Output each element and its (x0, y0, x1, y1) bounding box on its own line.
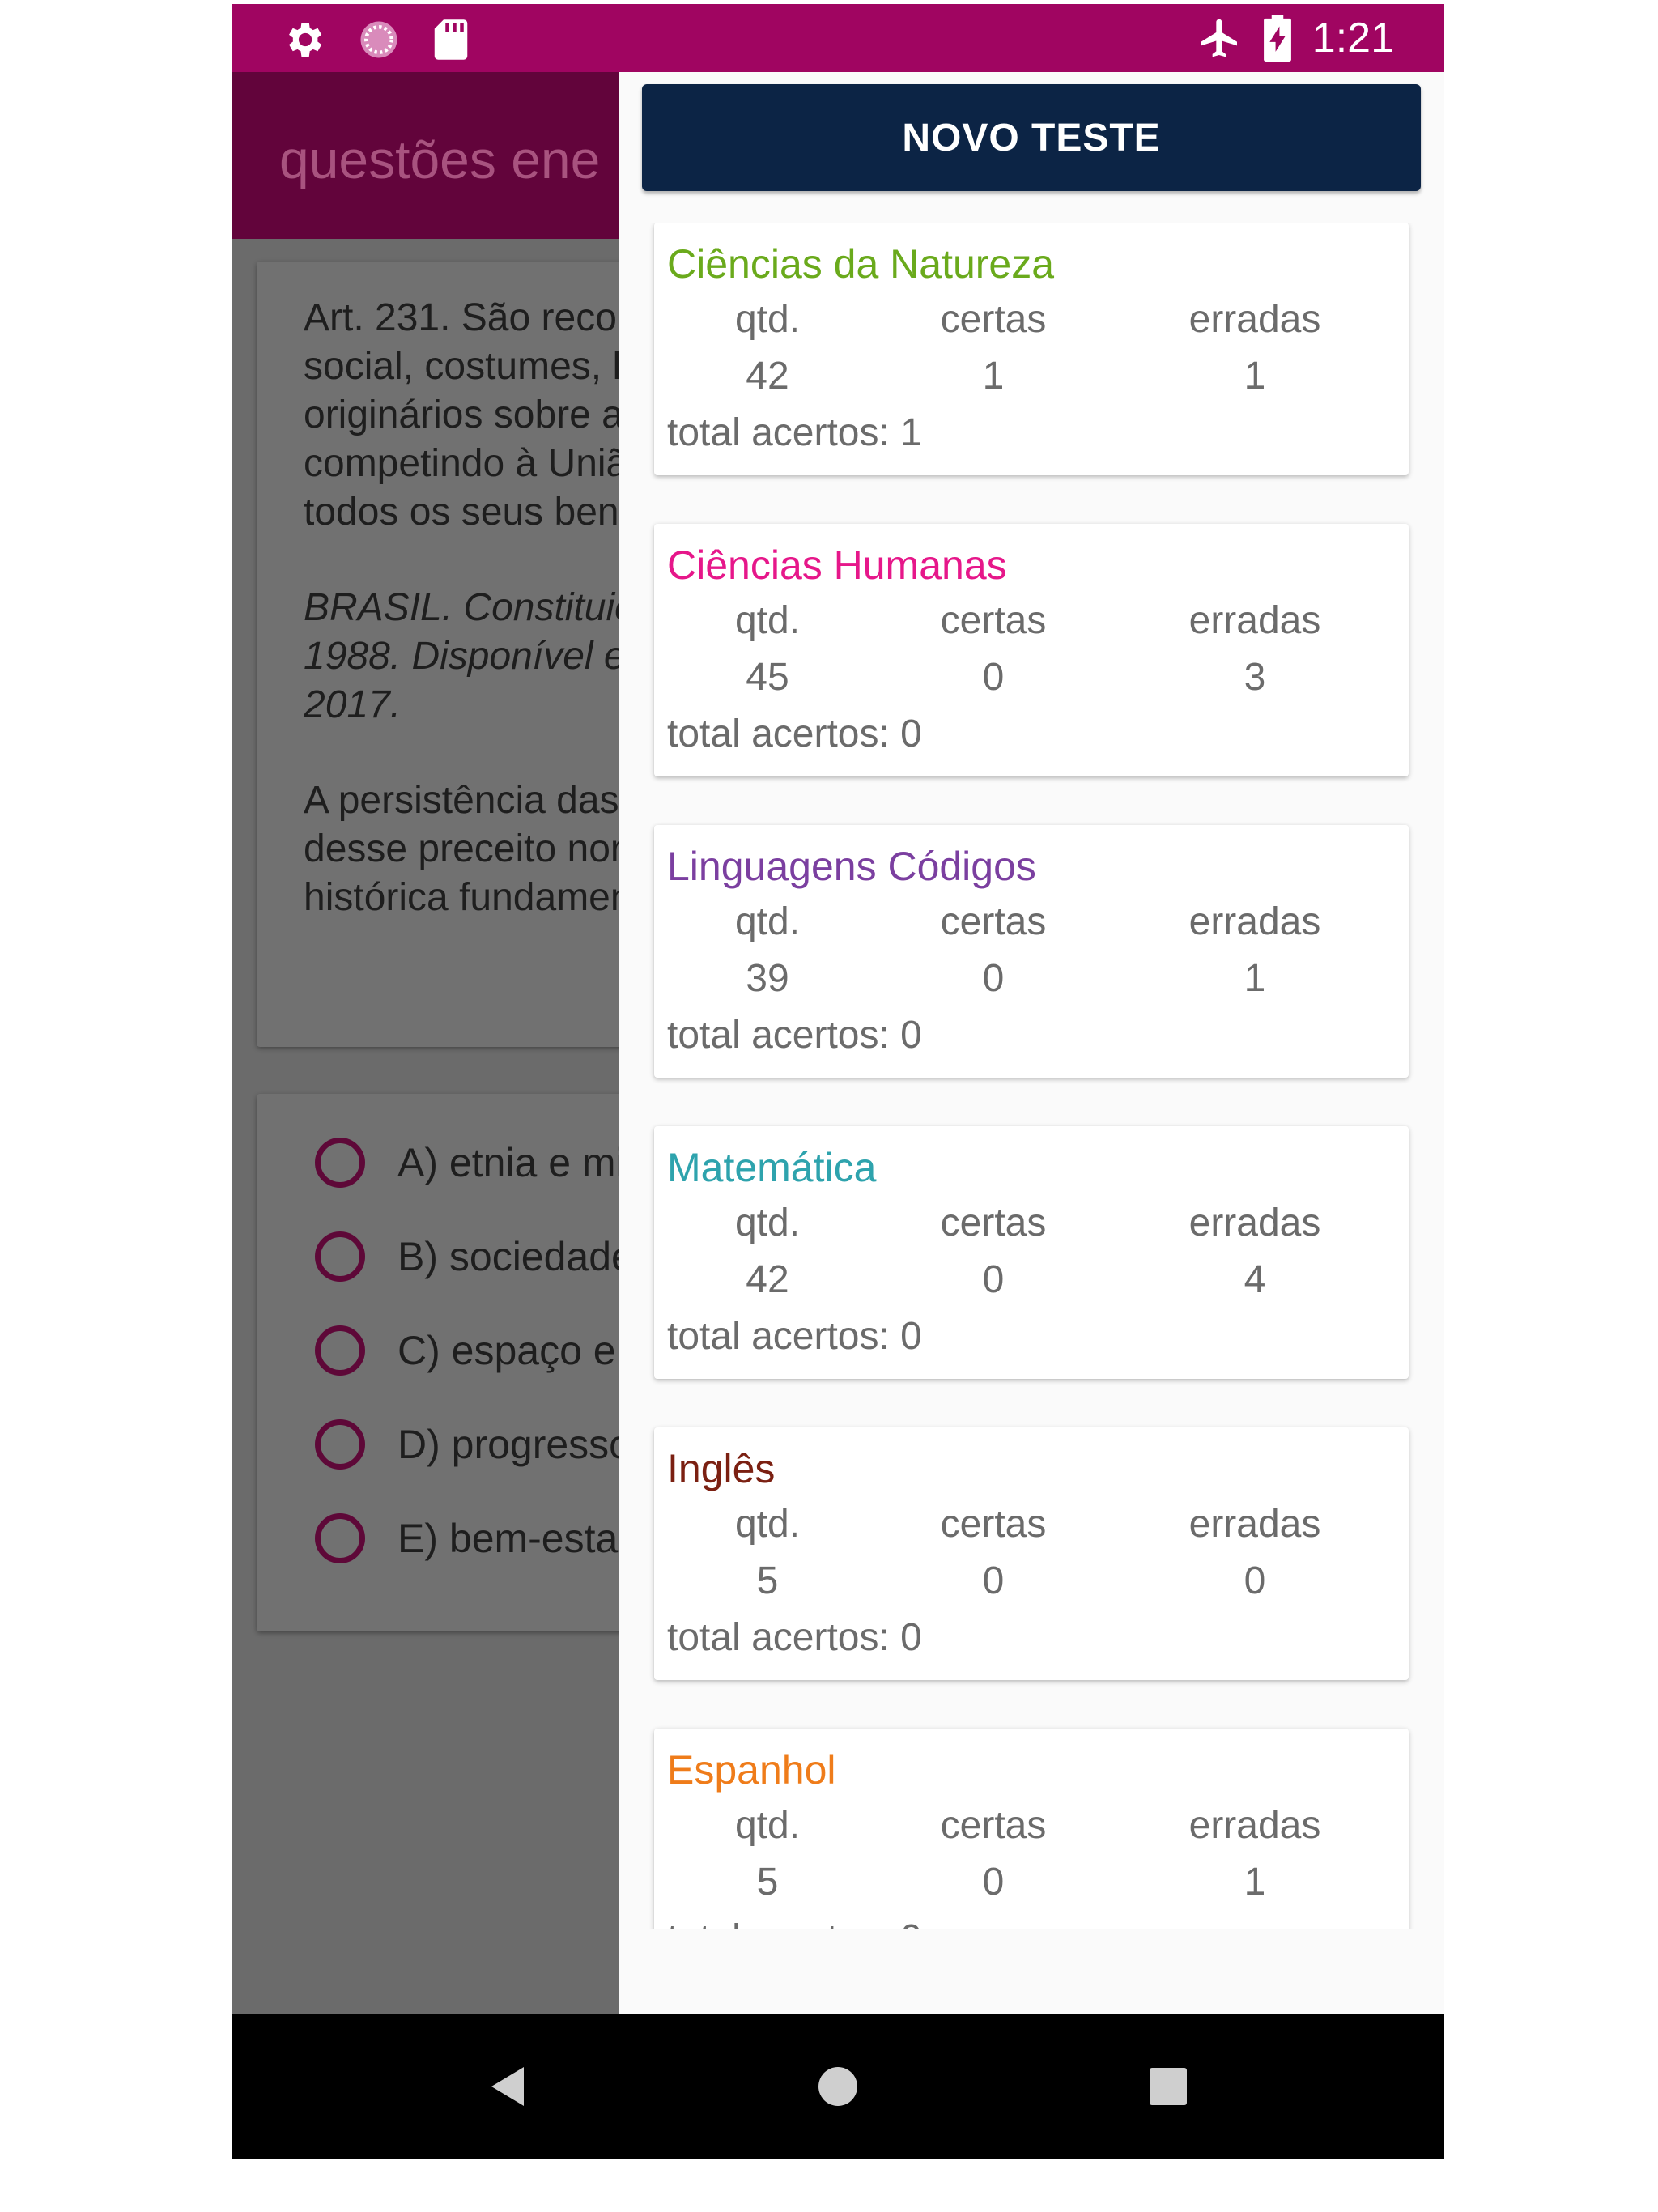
qtd-header: qtd. (734, 1804, 801, 1847)
navigation-bar (232, 2014, 1444, 2159)
certas-header: certas (940, 1202, 1047, 1244)
subject-card: Ciências Humanas qtd. certas erradas 45 … (654, 524, 1409, 776)
stats-drawer: NOVO TESTE Ciências da Natureza qtd. cer… (619, 72, 1444, 2014)
certas-header: certas (940, 1804, 1047, 1847)
total-acertos: total acertos: 0 (667, 1616, 922, 1659)
option-label: D) progresso (397, 1422, 631, 1467)
erradas-value: 1 (1244, 1861, 1266, 1904)
erradas-value: 1 (1244, 957, 1266, 1000)
total-acertos: total acertos: 1 (667, 411, 922, 454)
status-time: 1:21 (1312, 15, 1394, 62)
source-line: 2017. (304, 683, 402, 726)
qtd-value: 42 (746, 355, 789, 398)
option-b[interactable]: B) sociedade (315, 1231, 634, 1282)
subject-title: Linguagens Códigos (667, 844, 1036, 889)
total-acertos: total acertos: 0 (667, 713, 922, 755)
question-line: todos os seus ben (304, 491, 619, 534)
option-d[interactable]: D) progresso (315, 1419, 631, 1470)
subject-card: Inglês qtd. certas erradas 5 0 0 total a… (654, 1427, 1409, 1680)
option-label: C) espaço e s (397, 1328, 648, 1373)
total-acertos: total acertos: 0 (667, 1014, 922, 1057)
question-line: Art. 231. São recon (304, 296, 639, 339)
source-line: 1988. Disponível er (304, 635, 639, 678)
gear-icon (289, 23, 322, 57)
subject-title: Inglês (667, 1446, 776, 1491)
qtd-value: 42 (746, 1258, 789, 1301)
subject-list[interactable]: Ciências da Natureza qtd. certas erradas… (619, 223, 1444, 1929)
qtd-header: qtd. (734, 298, 801, 341)
qtd-value: 39 (746, 957, 789, 1000)
certas-header: certas (940, 1503, 1047, 1546)
back-icon[interactable] (485, 2054, 530, 2119)
device-screen: 1:21 questões ene Art. 231. São recon so… (232, 4, 1444, 2159)
option-label: E) bem-estar (397, 1516, 631, 1561)
question-line: social, costumes, l (304, 345, 622, 388)
subject-card: Ciências da Natureza qtd. certas erradas… (654, 223, 1409, 475)
certas-value: 0 (982, 1559, 1005, 1602)
airplane-icon (1201, 19, 1237, 57)
qtd-value: 45 (746, 656, 789, 699)
radio-button[interactable] (315, 1513, 365, 1563)
total-acertos: total acertos: 0 (667, 1315, 922, 1358)
prompt-line: desse preceito nor (304, 827, 623, 870)
radio-button[interactable] (315, 1419, 365, 1470)
subject-title: Ciências da Natureza (667, 241, 1055, 287)
option-label: A) etnia e mi (397, 1140, 625, 1185)
erradas-header: erradas (1188, 900, 1321, 943)
new-test-button[interactable]: NOVO TESTE (642, 84, 1421, 191)
prompt-line: histórica fundamen (304, 876, 632, 919)
sd-card-icon (434, 19, 468, 60)
qtd-header: qtd. (734, 599, 801, 642)
options-card: A) etnia e mi B) sociedade C) espaço e s… (257, 1094, 647, 1631)
erradas-header: erradas (1188, 1202, 1321, 1244)
radio-button[interactable] (315, 1325, 365, 1376)
erradas-value: 3 (1244, 656, 1266, 699)
battery-charging-icon (1263, 15, 1291, 62)
option-e[interactable]: E) bem-estar (315, 1513, 631, 1563)
certas-value: 1 (982, 355, 1005, 398)
subject-card: Matemática qtd. certas erradas 42 0 4 to… (654, 1126, 1409, 1379)
erradas-header: erradas (1188, 1503, 1321, 1546)
erradas-header: erradas (1188, 599, 1321, 642)
qtd-header: qtd. (734, 900, 801, 943)
prompt-line: A persistência das (304, 779, 619, 822)
certas-value: 0 (982, 1258, 1005, 1301)
option-a[interactable]: A) etnia e mi (315, 1138, 625, 1188)
subject-title: Matemática (667, 1145, 877, 1190)
question-card: Art. 231. São recon social, costumes, l … (257, 262, 639, 1047)
subject-card: Espanhol qtd. certas erradas 5 0 1 total… (654, 1729, 1409, 1929)
option-c[interactable]: C) espaço e s (315, 1325, 647, 1376)
status-bar: 1:21 (232, 4, 1444, 72)
certas-header: certas (940, 298, 1047, 341)
radio-button[interactable] (315, 1231, 365, 1282)
certas-value: 0 (982, 1861, 1005, 1904)
erradas-value: 4 (1244, 1258, 1266, 1301)
radio-button[interactable] (315, 1138, 365, 1188)
certas-header: certas (940, 900, 1047, 943)
recents-icon[interactable] (1146, 2054, 1191, 2119)
certas-header: certas (940, 599, 1047, 642)
loader-icon (360, 21, 397, 58)
erradas-value: 1 (1244, 355, 1266, 398)
option-label: B) sociedade (397, 1234, 634, 1279)
certas-value: 0 (982, 656, 1005, 699)
erradas-value: 0 (1244, 1559, 1266, 1602)
qtd-header: qtd. (734, 1202, 801, 1244)
source-line: BRASIL. Constituiç (304, 586, 635, 629)
home-icon[interactable] (815, 2054, 861, 2119)
qtd-value: 5 (756, 1559, 779, 1602)
subject-title: Ciências Humanas (667, 542, 1007, 588)
qtd-value: 5 (756, 1861, 779, 1904)
app-title: questões ene (279, 130, 601, 189)
subject-title: Espanhol (667, 1747, 836, 1793)
question-line: competindo à Uniã (304, 442, 628, 485)
subject-card: Linguagens Códigos qtd. certas erradas 3… (654, 825, 1409, 1078)
erradas-header: erradas (1188, 298, 1321, 341)
question-line: originários sobre a (304, 393, 623, 436)
total-acertos: total acertos: 0 (667, 1916, 922, 1929)
erradas-header: erradas (1188, 1804, 1321, 1847)
certas-value: 0 (982, 957, 1005, 1000)
qtd-header: qtd. (734, 1503, 801, 1546)
